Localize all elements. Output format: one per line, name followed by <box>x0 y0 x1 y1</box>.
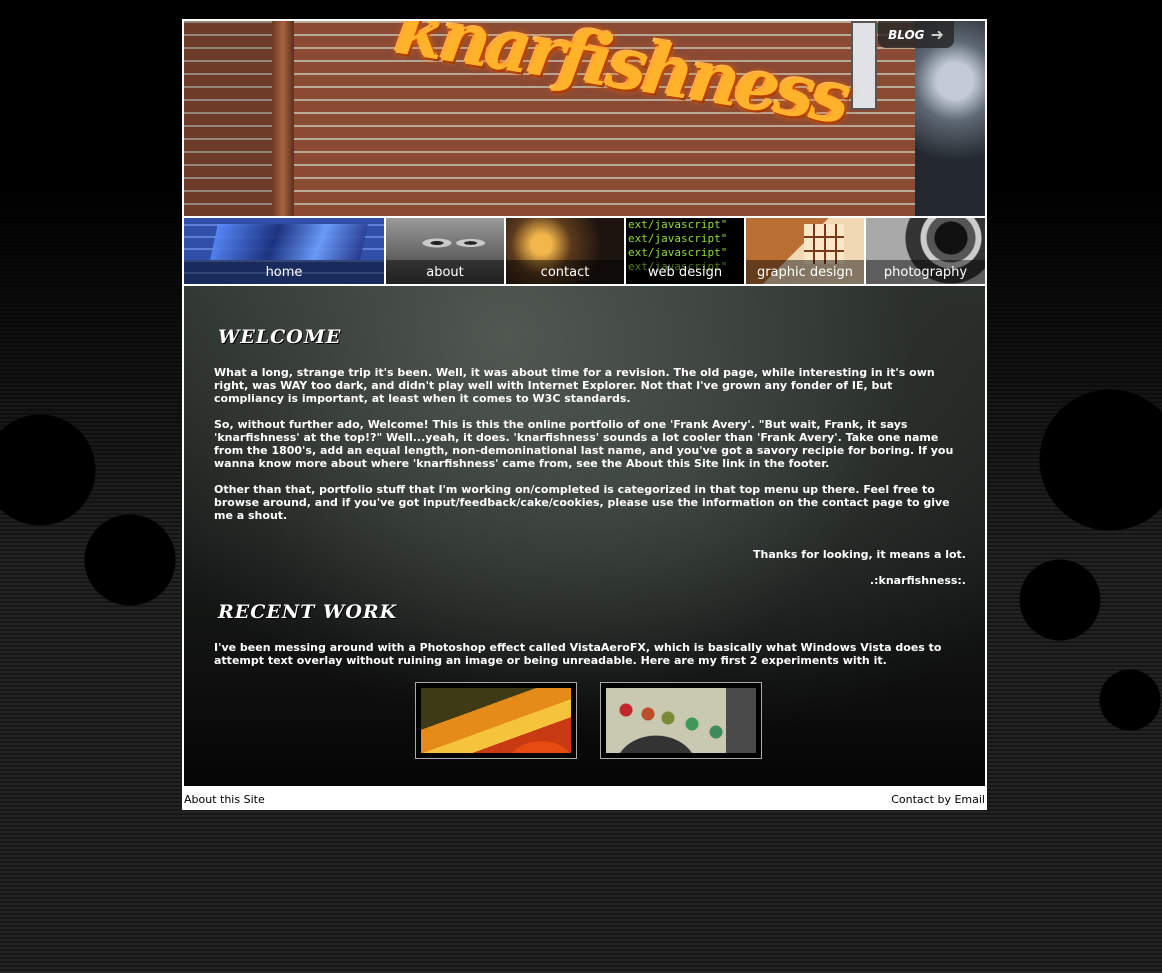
nav-tab-label-bar: contact <box>506 260 624 284</box>
header-banner: knarfishness BLOG ➜ <box>184 21 985 216</box>
nav-tab-graphic-design[interactable]: graphic design <box>746 218 864 284</box>
nav-tab-label-bar: home <box>184 260 384 284</box>
blog-label: BLOG <box>888 27 925 42</box>
recent-work-paragraph: I've been messing around with a Photosho… <box>214 641 942 667</box>
window-graphic <box>851 21 877 110</box>
intro-paragraph: Other than that, portfolio stuff that I'… <box>214 483 950 522</box>
thumbnail-gallery <box>415 682 762 759</box>
about-site-link[interactable]: About this Site <box>184 793 265 806</box>
nav-tab-label: about <box>426 264 464 280</box>
signature-text: .:knarfishness:. <box>869 574 966 587</box>
recent-work-heading: RECENT WORK <box>218 601 398 623</box>
arrow-right-icon: ➜ <box>930 25 944 44</box>
nav-tab-label-bar: graphic design <box>746 260 864 284</box>
nav-tab-web-design[interactable]: ext/javascript" ext/javascript" ext/java… <box>626 218 744 284</box>
thumbnail-flower[interactable] <box>415 682 577 759</box>
nav-tab-photography[interactable]: photography <box>866 218 985 284</box>
thanks-text: Thanks for looking, it means a lot. <box>753 548 966 561</box>
drainpipe-graphic <box>272 21 294 216</box>
nav-tab-label: graphic design <box>756 264 854 280</box>
nav-tab-contact[interactable]: contact <box>506 218 624 284</box>
logo-graffiti: knarfishness <box>390 21 853 141</box>
sky-graphic <box>915 21 985 216</box>
contact-email-link[interactable]: Contact by Email <box>891 793 985 806</box>
thumbnail-image <box>606 688 756 753</box>
nav-tab-label: photography <box>883 264 968 280</box>
intro-paragraph: So, without further ado, Welcome! This i… <box>214 418 954 470</box>
nav-tab-label-bar: web design <box>626 260 744 284</box>
nav-tab-about[interactable]: about <box>386 218 504 284</box>
nav-tab-label: web design <box>647 264 723 280</box>
site-frame: knarfishness BLOG ➜ home about contact e… <box>182 19 987 788</box>
main-nav: home about contact ext/javascript" ext/j… <box>184 218 985 284</box>
thumbnail-image <box>421 688 571 753</box>
nav-tab-label: contact <box>540 264 590 280</box>
nav-tab-label-bar: photography <box>866 260 985 284</box>
nav-tab-home[interactable]: home <box>184 218 384 284</box>
nav-tab-label-bar: about <box>386 260 504 284</box>
footer: About this Site Contact by Email <box>182 788 987 810</box>
blog-button[interactable]: BLOG ➜ <box>878 21 954 48</box>
main-content: WELCOME What a long, strange trip it's b… <box>184 286 985 786</box>
nav-tab-label: home <box>265 264 303 280</box>
page-wrapper: knarfishness BLOG ➜ home about contact e… <box>182 19 987 810</box>
intro-paragraph: What a long, strange trip it's been. Wel… <box>214 366 935 405</box>
thumbnail-dots[interactable] <box>600 682 762 759</box>
welcome-heading: WELCOME <box>218 326 342 348</box>
